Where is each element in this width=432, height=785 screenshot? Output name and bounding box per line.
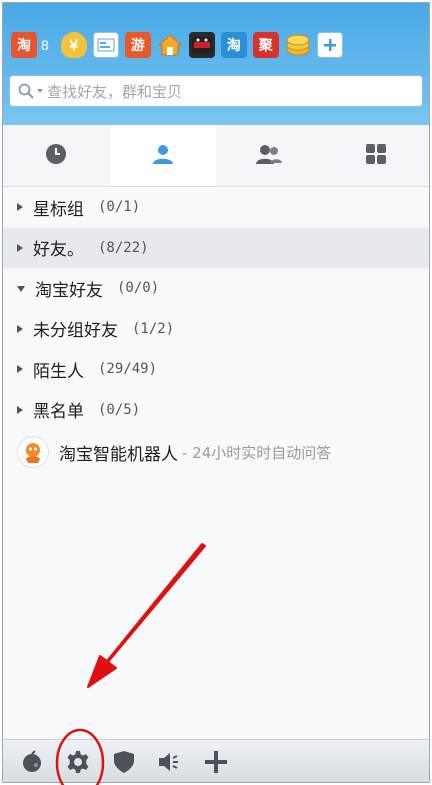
group-count: (0/0) bbox=[117, 280, 160, 297]
expand-arrow-icon[interactable] bbox=[17, 365, 23, 374]
app-toolbar: 淘 8 ￥ 游 淘 聚 bbox=[11, 29, 343, 61]
group-label: 黑名单 bbox=[33, 402, 84, 423]
search-input[interactable]: 查找好友，群和宝贝 bbox=[9, 75, 423, 107]
add-icon[interactable] bbox=[316, 32, 343, 58]
notification-count: 8 bbox=[41, 37, 49, 53]
bottom-toolbar bbox=[3, 739, 429, 782]
contact-groups-list: 星标组 (0/1) 好友。 (8/22) 淘宝好友 (0/0) 未分组好友 (1… bbox=[3, 187, 429, 474]
settings-gear-icon[interactable] bbox=[65, 749, 91, 775]
group-count: (0/1) bbox=[98, 199, 141, 216]
group-label: 陌生人 bbox=[33, 361, 84, 382]
app-window: 淘 8 ￥ 游 淘 聚 查找好友，群和宝贝 星标组 (0/1) 好友。 (8/2… bbox=[2, 2, 430, 783]
tab-contacts[interactable] bbox=[109, 125, 216, 186]
game-icon[interactable]: 游 bbox=[124, 32, 151, 58]
tab-apps[interactable] bbox=[323, 125, 430, 186]
tab-groups[interactable] bbox=[216, 125, 323, 186]
group-row[interactable]: 黑名单 (0/5) bbox=[3, 390, 429, 431]
coin-bag-icon[interactable]: ￥ bbox=[60, 32, 87, 58]
home-icon[interactable] bbox=[157, 32, 183, 58]
group-label: 未分组好友 bbox=[33, 321, 118, 342]
taobao-blue-icon[interactable]: 淘 bbox=[220, 32, 247, 58]
grid-icon bbox=[364, 142, 388, 170]
group-row[interactable]: 好友。 (8/22) bbox=[3, 227, 429, 268]
group-row[interactable]: 未分组好友 (1/2) bbox=[3, 309, 429, 350]
search-dropdown-arrow-icon[interactable] bbox=[37, 89, 43, 93]
collapse-arrow-icon[interactable] bbox=[17, 286, 25, 293]
robot-name: 淘宝智能机器人 bbox=[59, 444, 178, 465]
expand-arrow-icon[interactable] bbox=[17, 243, 23, 252]
tab-bar bbox=[3, 125, 429, 187]
expand-arrow-icon[interactable] bbox=[17, 324, 23, 333]
group-count: (8/22) bbox=[98, 239, 149, 256]
search-icon[interactable] bbox=[18, 83, 34, 99]
group-row[interactable]: 星标组 (0/1) bbox=[3, 187, 429, 228]
group-row[interactable]: 陌生人 (29/49) bbox=[3, 349, 429, 390]
robot-description: - 24小时实时自动问答 bbox=[182, 443, 332, 462]
robot-avatar[interactable] bbox=[17, 436, 49, 468]
expand-arrow-icon[interactable] bbox=[17, 203, 23, 212]
group-count: (1/2) bbox=[132, 320, 175, 337]
group-label: 淘宝好友 bbox=[35, 280, 103, 301]
card-icon[interactable] bbox=[92, 32, 119, 58]
search-placeholder: 查找好友，群和宝贝 bbox=[47, 82, 183, 101]
people-icon bbox=[255, 142, 283, 170]
expand-arrow-icon[interactable] bbox=[17, 405, 23, 414]
header: 淘 8 ￥ 游 淘 聚 查找好友，群和宝贝 bbox=[3, 3, 429, 125]
tmall-icon[interactable] bbox=[188, 32, 215, 58]
person-icon bbox=[151, 142, 175, 170]
coins-icon[interactable] bbox=[285, 32, 311, 58]
group-count: (0/5) bbox=[98, 401, 141, 418]
clock-icon bbox=[44, 142, 68, 170]
group-label: 好友。 bbox=[33, 240, 84, 261]
shield-icon[interactable] bbox=[111, 749, 137, 775]
group-count: (29/49) bbox=[98, 361, 158, 378]
tab-recent[interactable] bbox=[3, 125, 110, 186]
group-label: 星标组 bbox=[33, 199, 84, 220]
group-row[interactable]: 淘宝好友 (0/0) bbox=[3, 268, 429, 309]
speaker-icon[interactable] bbox=[157, 749, 183, 775]
robot-contact-row[interactable]: 淘宝智能机器人 - 24小时实时自动问答 bbox=[3, 430, 429, 474]
status-icon[interactable] bbox=[19, 749, 45, 775]
ju-icon[interactable]: 聚 bbox=[252, 32, 279, 58]
add-plus-icon[interactable] bbox=[203, 749, 229, 775]
taobao-icon[interactable]: 淘 bbox=[11, 32, 37, 58]
